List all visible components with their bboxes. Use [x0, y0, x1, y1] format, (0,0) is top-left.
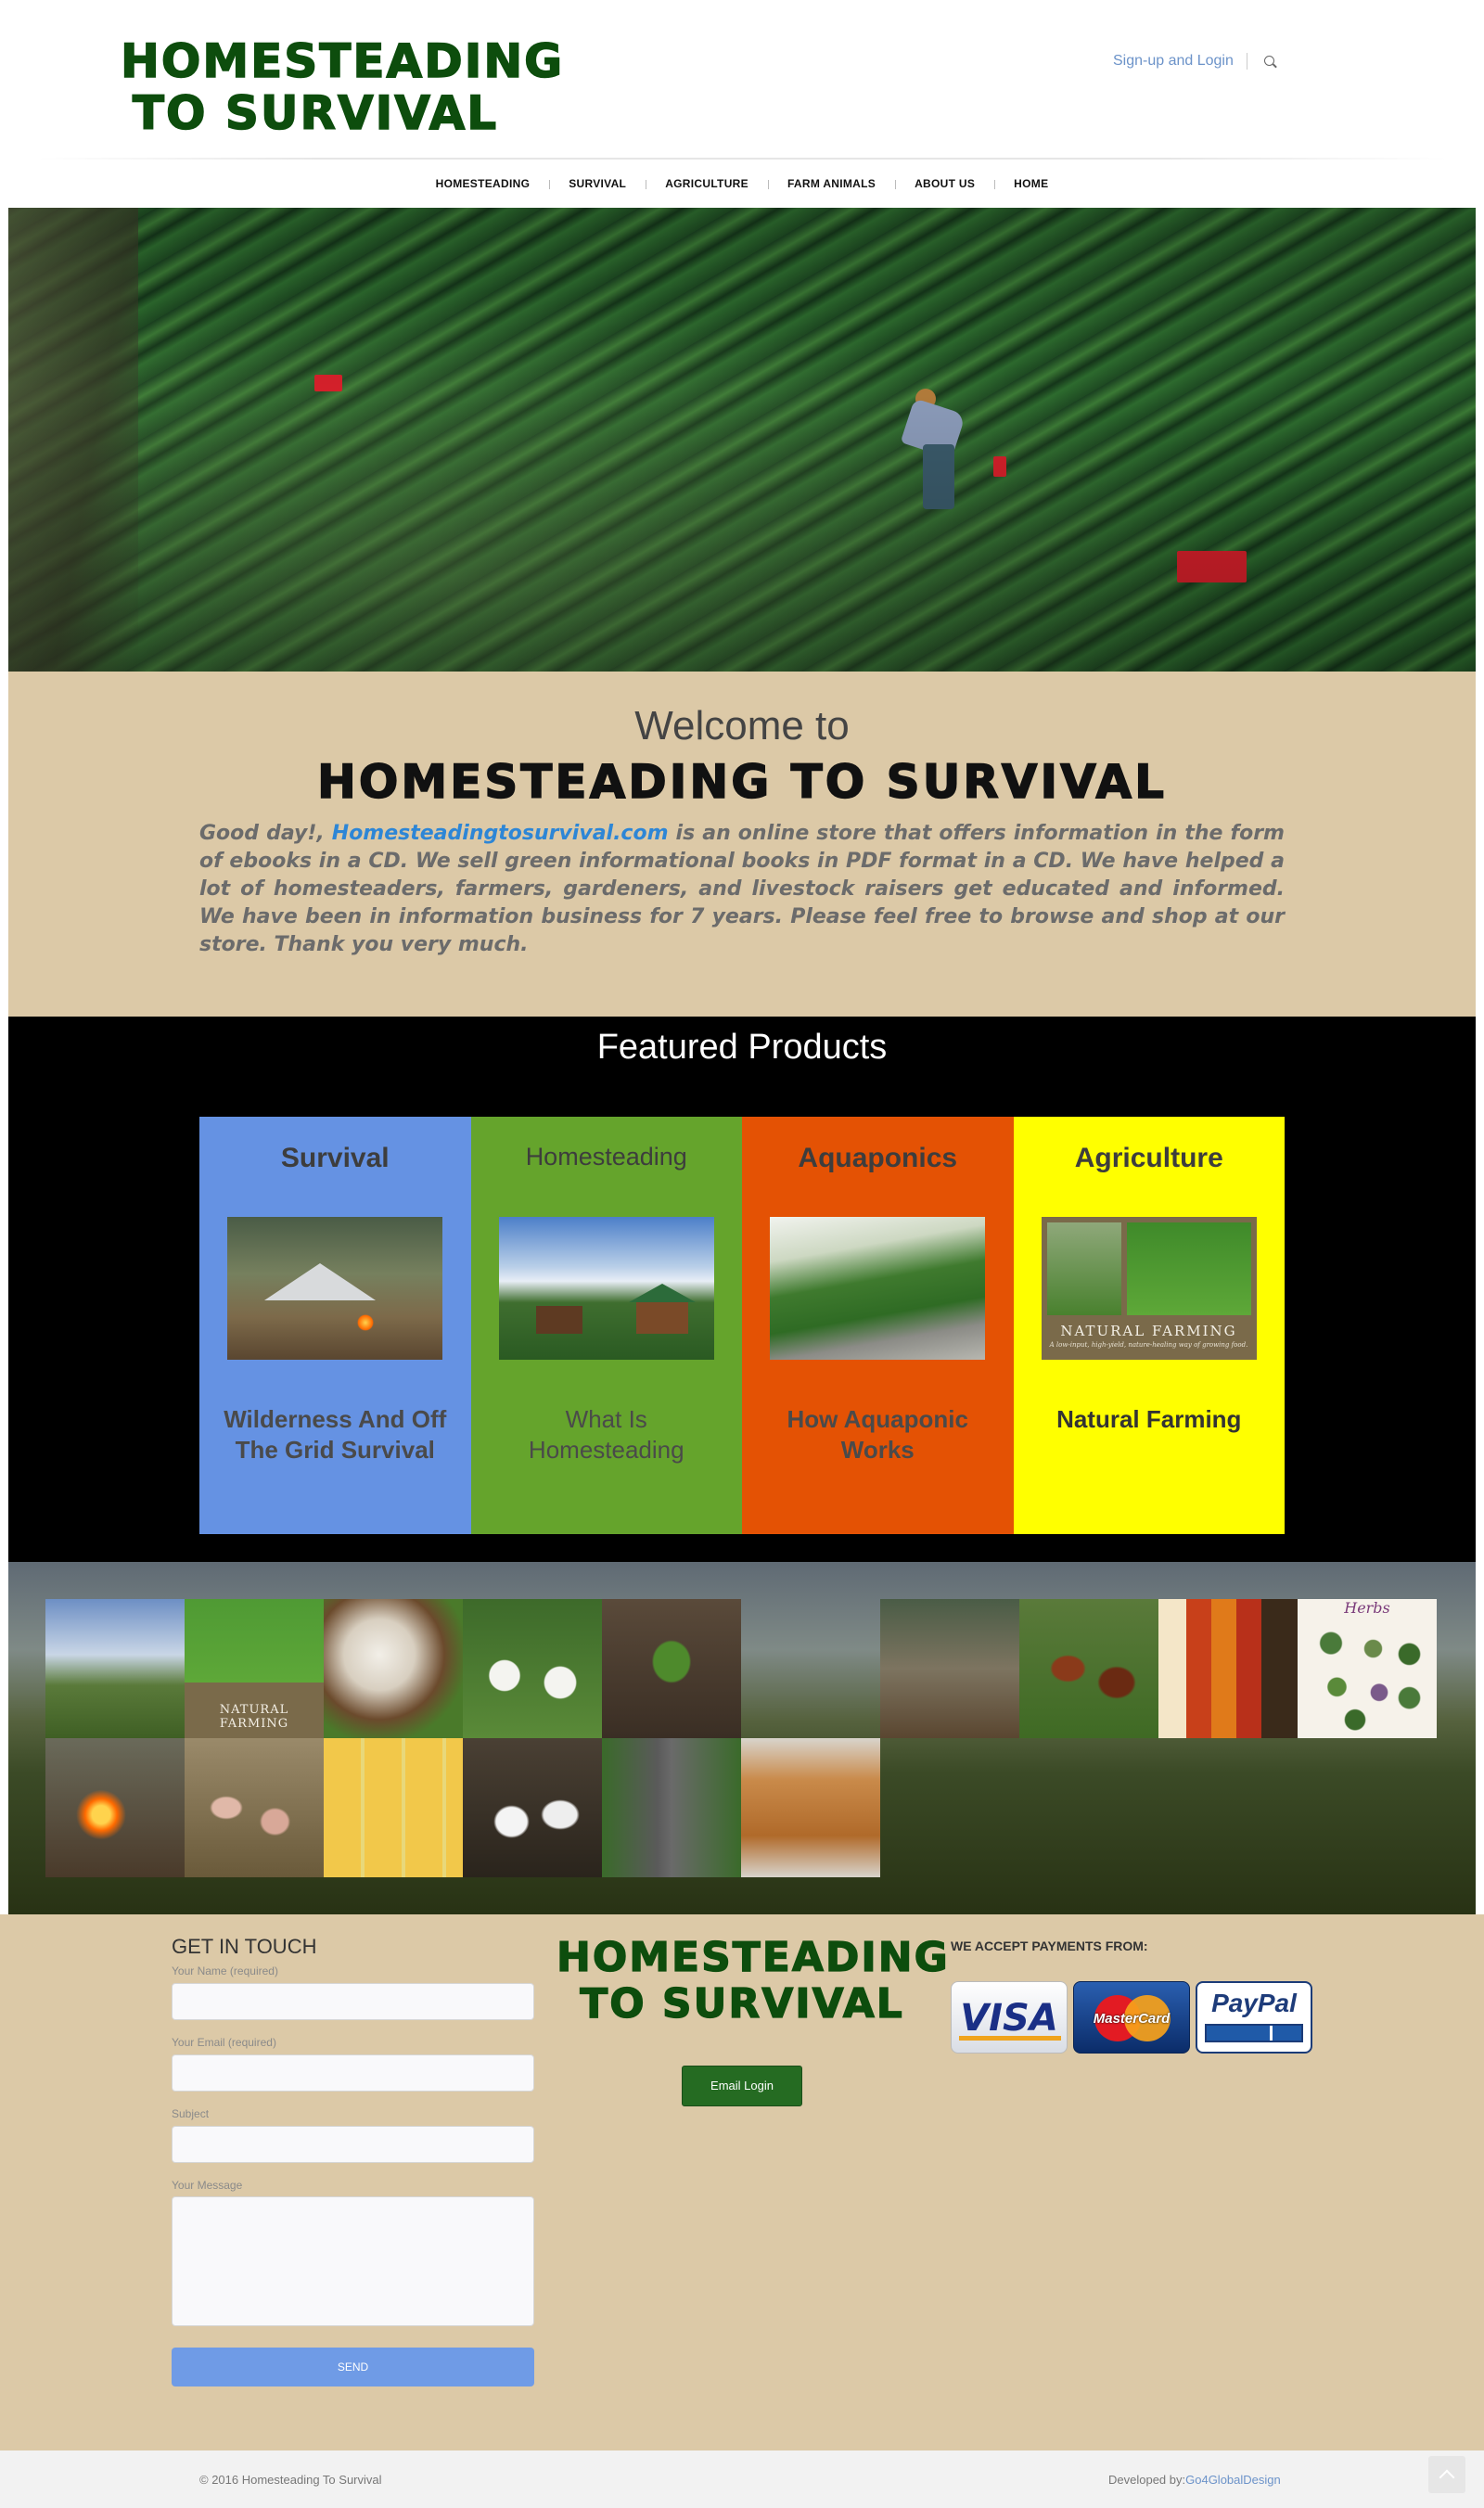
product-category[interactable]: Survival	[199, 1143, 471, 1174]
product-name[interactable]: Natural Farming	[1032, 1404, 1267, 1435]
book-cover-subtitle: A low-input, high-yield, nature-healing …	[1049, 1341, 1248, 1349]
gallery-thumb-planting-seedling[interactable]	[602, 1599, 741, 1738]
paypal-label: PayPal	[1211, 1989, 1297, 2017]
message-field[interactable]	[172, 2196, 534, 2326]
product-image-cabin[interactable]	[498, 1217, 714, 1360]
farm-worker-figure	[899, 389, 966, 509]
signup-login-link[interactable]: Sign-up and Login	[1113, 53, 1247, 70]
gallery-book-title: NATURAL FARMING	[219, 1703, 289, 1731]
product-name[interactable]: Wilderness And Off The Grid Survival	[218, 1404, 453, 1465]
main-nav: HOMESTEADING SURVIVAL AGRICULTURE FARM A…	[0, 169, 1484, 198]
subject-field[interactable]	[172, 2126, 534, 2163]
visa-card-icon: VISA	[951, 1981, 1068, 2054]
email-label: Your Email (required)	[172, 2036, 276, 2049]
top-links: Sign-up and Login	[1113, 48, 1283, 74]
red-crate	[314, 375, 342, 391]
gallery-thumb-rabbits[interactable]	[463, 1738, 602, 1877]
gallery-thumb-wooden-cabinet[interactable]	[741, 1738, 880, 1877]
product-image-book-cover[interactable]: NATURAL FARMING A low-input, high-yield,…	[1041, 1217, 1257, 1360]
gallery-thumb-campsite[interactable]	[880, 1599, 1019, 1738]
product-category[interactable]: Agriculture	[1014, 1143, 1286, 1174]
site-logo[interactable]: HOMESTEADING TO SURVIVAL	[120, 34, 563, 140]
product-category[interactable]: Homesteading	[471, 1143, 743, 1171]
search-icon[interactable]	[1257, 48, 1283, 74]
gallery-thumb-ducks[interactable]	[463, 1599, 602, 1738]
site-link[interactable]: Homesteadingtosurvival.com	[332, 822, 669, 845]
gallery-thumb-chickens[interactable]	[1019, 1599, 1158, 1738]
payments-title: WE ACCEPT PAYMENTS FROM:	[951, 1939, 1148, 1953]
red-crate	[993, 456, 1006, 477]
product-image-greenhouse[interactable]	[770, 1217, 985, 1360]
gallery-thumb-campfire[interactable]	[45, 1738, 185, 1877]
gallery-thumb-canned-jars[interactable]	[1158, 1599, 1298, 1738]
email-field[interactable]	[172, 2054, 534, 2092]
site-header: HOMESTEADING TO SURVIVAL Sign-up and Log…	[0, 0, 1484, 190]
gallery-thumb-pigs[interactable]	[185, 1738, 324, 1877]
paypal-icon: PayPal	[1196, 1981, 1312, 2054]
message-label: Your Message	[172, 2179, 243, 2192]
nav-item-about-us[interactable]: ABOUT US	[895, 177, 994, 190]
gallery-thumb-natural-farming-book[interactable]: NATURAL FARMING	[185, 1599, 324, 1738]
gallery-thumb-goats[interactable]	[324, 1599, 463, 1738]
product-image-camp[interactable]	[227, 1217, 442, 1360]
hero-dirt-path	[8, 208, 138, 672]
gallery-thumb-crop-field[interactable]	[741, 1599, 880, 1738]
name-label: Your Name (required)	[172, 1964, 278, 1977]
red-crate	[1177, 551, 1247, 582]
email-login-button[interactable]: Email Login	[682, 2066, 802, 2106]
welcome-heading: Welcome to	[634, 703, 850, 749]
gallery-thumb-cabin[interactable]	[45, 1599, 185, 1738]
copyright-text: © 2016 Homesteading To Survival	[199, 2473, 382, 2487]
product-grid: Survival Wilderness And Off The Grid Sur…	[199, 1117, 1285, 1534]
featured-title: Featured Products	[596, 1028, 888, 1067]
visa-label: VISA	[960, 1997, 1058, 2040]
herbs-chart-title: Herbs	[1344, 1599, 1390, 1617]
product-card-homesteading[interactable]: Homesteading What Is Homesteading	[470, 1117, 743, 1534]
gallery-thumbnails: NATURAL FARMING Herbs	[45, 1599, 1437, 1877]
subject-label: Subject	[172, 2107, 210, 2120]
product-card-survival[interactable]: Survival Wilderness And Off The Grid Sur…	[199, 1117, 471, 1534]
welcome-section: Welcome to HOMESTEADING TO SURVIVAL Good…	[8, 672, 1476, 1017]
featured-products-section: Featured Products Survival Wilderness An…	[8, 1017, 1476, 1562]
nav-item-home[interactable]: HOME	[994, 177, 1068, 190]
mastercard-label: MasterCard	[1093, 2011, 1171, 2027]
copyright-bar: © 2016 Homesteading To Survival Develope…	[0, 2450, 1484, 2508]
gallery-thumb-soap-bars[interactable]	[324, 1738, 463, 1877]
footer-logo[interactable]: HOMESTEADING TO SURVIVAL	[556, 1934, 948, 2028]
nav-item-survival[interactable]: SURVIVAL	[549, 177, 646, 190]
welcome-paragraph: Good day!, Homesteadingtosurvival.com is…	[199, 822, 1285, 956]
hero-image-farm-field	[8, 208, 1476, 672]
book-cover-title: NATURAL FARMING	[1060, 1323, 1237, 1339]
back-to-top-icon[interactable]	[1428, 2456, 1465, 2493]
image-gallery: NATURAL FARMING Herbs	[8, 1562, 1476, 1914]
product-name[interactable]: What Is Homesteading	[490, 1404, 724, 1465]
contact-title: GET IN TOUCH	[172, 1935, 317, 1958]
product-card-aquaponics[interactable]: Aquaponics How Aquaponic Works	[742, 1117, 1014, 1534]
name-field[interactable]	[172, 1983, 534, 2020]
gallery-thumb-water-pump[interactable]	[602, 1738, 741, 1877]
gallery-thumb-herbs-chart[interactable]: Herbs	[1298, 1599, 1437, 1738]
product-category[interactable]: Aquaponics	[742, 1143, 1014, 1174]
developer-credit: Developed by:Go4GlobalDesign	[1108, 2473, 1281, 2487]
welcome-title: HOMESTEADING TO SURVIVAL	[316, 754, 1167, 810]
site-footer: GET IN TOUCH Your Name (required) Your E…	[0, 1914, 1484, 2450]
developer-link[interactable]: Go4GlobalDesign	[1185, 2473, 1281, 2487]
mastercard-icon: MasterCard	[1073, 1981, 1190, 2054]
nav-item-farm-animals[interactable]: FARM ANIMALS	[767, 177, 895, 190]
nav-item-agriculture[interactable]: AGRICULTURE	[646, 177, 768, 190]
send-button[interactable]: SEND	[172, 2348, 534, 2386]
product-name[interactable]: How Aquaponic Works	[761, 1404, 995, 1465]
product-card-agriculture[interactable]: Agriculture NATURAL FARMING A low-input,…	[1013, 1117, 1286, 1534]
nav-item-homesteading[interactable]: HOMESTEADING	[416, 177, 550, 190]
header-divider	[37, 158, 1447, 160]
